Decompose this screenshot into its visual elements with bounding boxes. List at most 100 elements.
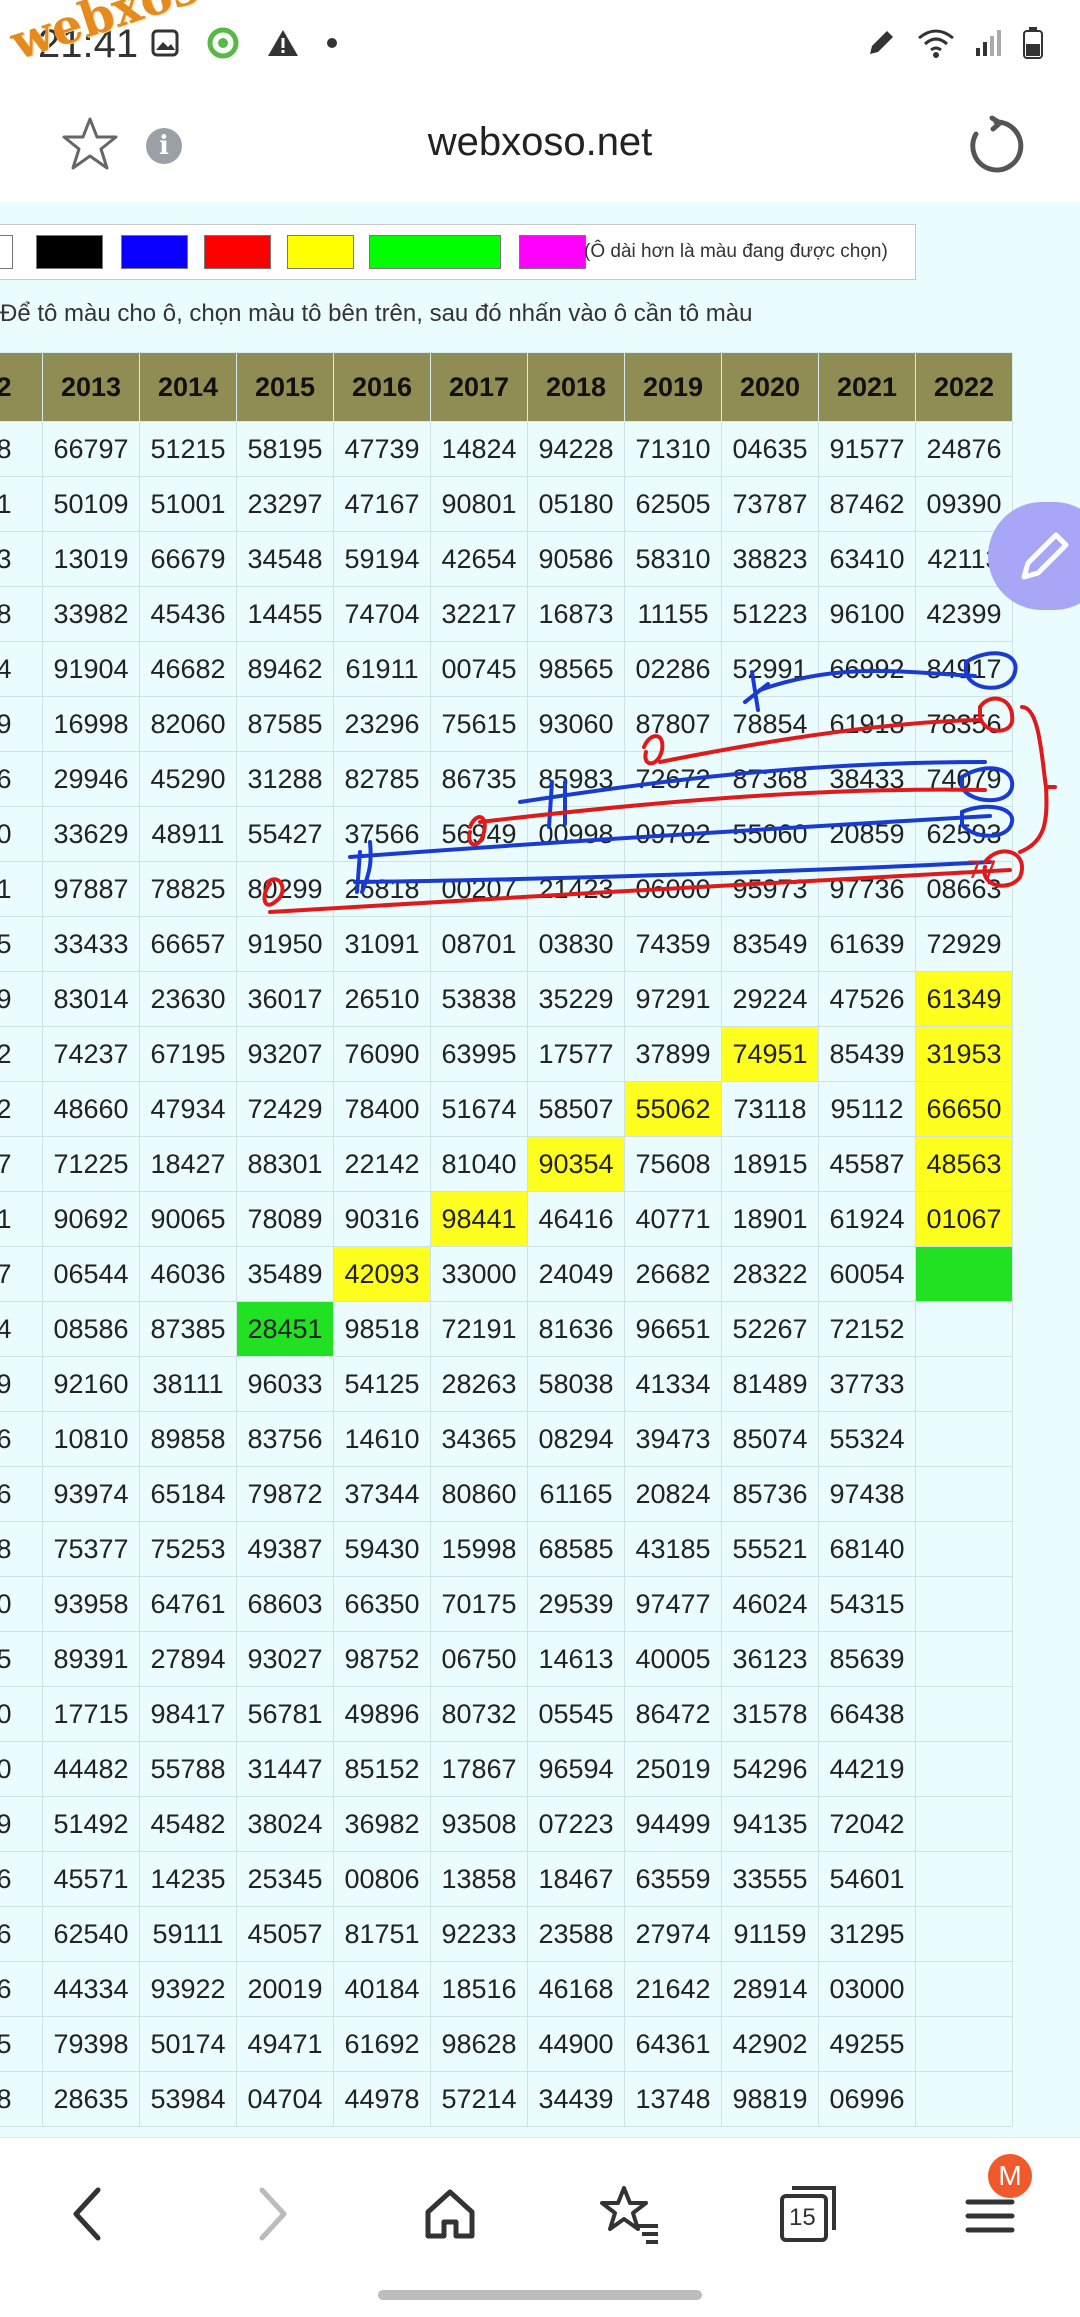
table-cell[interactable]: 86735 [430, 751, 528, 807]
table-cell[interactable]: 45482 [139, 1796, 237, 1852]
menu-button[interactable]: M [950, 2154, 1032, 2254]
table-cell[interactable]: 47934 [139, 1081, 237, 1137]
table-cell[interactable] [915, 1521, 1013, 1577]
table-cell[interactable]: 38024 [236, 1796, 334, 1852]
table-cell[interactable]: 51215 [139, 421, 237, 477]
table-cell[interactable]: 10810 [42, 1411, 140, 1467]
table-cell[interactable] [915, 1961, 1013, 2017]
table-cell[interactable]: 82785 [333, 751, 431, 807]
table-cell[interactable]: 81489 [721, 1356, 819, 1412]
table-cell[interactable]: 29539 [527, 1576, 625, 1632]
table-cell[interactable]: 93060 [527, 696, 625, 752]
table-cell[interactable]: 37344 [333, 1466, 431, 1522]
table-cell[interactable] [915, 1411, 1013, 1467]
table-cell[interactable]: 60054 [818, 1246, 916, 1302]
table-cell[interactable]: 31953 [915, 1026, 1013, 1082]
table-cell[interactable]: 04704 [236, 2071, 334, 2127]
table-cell[interactable]: 73118 [721, 1081, 819, 1137]
table-cell[interactable]: 00998 [527, 806, 625, 862]
table-cell[interactable]: 28322 [721, 1246, 819, 1302]
table-cell[interactable]: 47739 [333, 421, 431, 477]
table-cell[interactable]: 59111 [139, 1906, 237, 1962]
table-cell[interactable]: 18467 [527, 1851, 625, 1907]
swatch-blue[interactable] [121, 235, 188, 269]
table-cell[interactable]: 08701 [430, 916, 528, 972]
table-cell[interactable]: 50109 [42, 476, 140, 532]
table-cell[interactable]: 75615 [430, 696, 528, 752]
tabs-button[interactable]: 15 [768, 2174, 848, 2254]
table-cell[interactable]: 44334 [42, 1961, 140, 2017]
table-cell[interactable]: 16998 [42, 696, 140, 752]
home-button[interactable] [410, 2174, 490, 2254]
table-cell[interactable] [915, 1631, 1013, 1687]
table-cell[interactable]: 15998 [430, 1521, 528, 1577]
table-cell[interactable]: 45436 [139, 586, 237, 642]
table-cell[interactable]: 87385 [139, 1301, 237, 1357]
table-cell[interactable]: 31091 [333, 916, 431, 972]
table-cell[interactable]: 17867 [430, 1741, 528, 1797]
table-cell[interactable]: 80 [0, 1576, 43, 1632]
table-cell[interactable]: 97438 [818, 1466, 916, 1522]
table-cell[interactable]: 97291 [624, 971, 722, 1027]
back-button[interactable] [48, 2174, 128, 2254]
table-cell[interactable]: 61349 [915, 971, 1013, 1027]
table-cell[interactable]: 49 [0, 971, 43, 1027]
table-cell[interactable]: 68140 [818, 1521, 916, 1577]
table-cell[interactable]: 74704 [333, 586, 431, 642]
table-cell[interactable]: 48660 [42, 1081, 140, 1137]
table-cell[interactable]: 37733 [818, 1356, 916, 1412]
table-cell[interactable]: 28635 [42, 2071, 140, 2127]
table-cell[interactable]: 82060 [139, 696, 237, 752]
table-cell[interactable]: 81 [0, 861, 43, 917]
table-cell[interactable]: 93207 [236, 1026, 334, 1082]
table-cell[interactable]: 51001 [139, 476, 237, 532]
table-cell[interactable]: 08 [0, 421, 43, 477]
table-cell[interactable]: 90692 [42, 1191, 140, 1247]
table-cell[interactable]: 94135 [721, 1796, 819, 1852]
table-cell[interactable]: 13748 [624, 2071, 722, 2127]
table-cell[interactable]: 96594 [527, 1741, 625, 1797]
table-cell[interactable]: 61918 [818, 696, 916, 752]
table-cell[interactable]: 39473 [624, 1411, 722, 1467]
table-cell[interactable]: 38433 [818, 751, 916, 807]
table-cell[interactable]: 06544 [42, 1246, 140, 1302]
table-cell[interactable]: 15 [0, 2016, 43, 2072]
bookmarks-button[interactable] [590, 2174, 670, 2254]
table-cell[interactable]: 14455 [236, 586, 334, 642]
table-cell[interactable] [915, 1301, 1013, 1357]
table-cell[interactable]: 23297 [236, 476, 334, 532]
table-cell[interactable]: 77 [0, 1246, 43, 1302]
table-cell[interactable]: 89462 [236, 641, 334, 697]
table-cell[interactable]: 36123 [721, 1631, 819, 1687]
table-cell[interactable]: 90586 [527, 531, 625, 587]
table-cell[interactable]: 07223 [527, 1796, 625, 1852]
table-cell[interactable]: 45571 [42, 1851, 140, 1907]
table-cell[interactable]: 02286 [624, 641, 722, 697]
table-cell[interactable] [915, 2071, 1013, 2127]
table-cell[interactable]: 85152 [333, 1741, 431, 1797]
table-cell[interactable]: 91577 [818, 421, 916, 477]
swatch-white[interactable] [0, 235, 13, 269]
table-cell[interactable]: 84917 [915, 641, 1013, 697]
table-cell[interactable]: 93508 [430, 1796, 528, 1852]
table-cell[interactable]: 85439 [818, 1026, 916, 1082]
table-cell[interactable]: 28263 [430, 1356, 528, 1412]
table-cell[interactable]: 93027 [236, 1631, 334, 1687]
table-cell[interactable]: 99 [0, 696, 43, 752]
table-cell[interactable]: 94228 [527, 421, 625, 477]
table-cell[interactable]: 38111 [139, 1356, 237, 1412]
table-cell[interactable]: 97736 [818, 861, 916, 917]
table-cell[interactable]: 92160 [42, 1356, 140, 1412]
table-cell[interactable]: 05180 [527, 476, 625, 532]
table-cell[interactable]: 10 [0, 1741, 43, 1797]
table-cell[interactable]: 18516 [430, 1961, 528, 2017]
table-cell[interactable] [915, 1576, 1013, 1632]
table-cell[interactable]: 62540 [42, 1906, 140, 1962]
table-cell[interactable]: 31295 [818, 1906, 916, 1962]
table-cell[interactable]: 74079 [915, 751, 1013, 807]
table-cell[interactable]: 21642 [624, 1961, 722, 2017]
table-cell[interactable]: 00745 [430, 641, 528, 697]
table-cell[interactable]: 74359 [624, 916, 722, 972]
table-cell[interactable]: 64761 [139, 1576, 237, 1632]
table-cell[interactable]: 22142 [333, 1136, 431, 1192]
